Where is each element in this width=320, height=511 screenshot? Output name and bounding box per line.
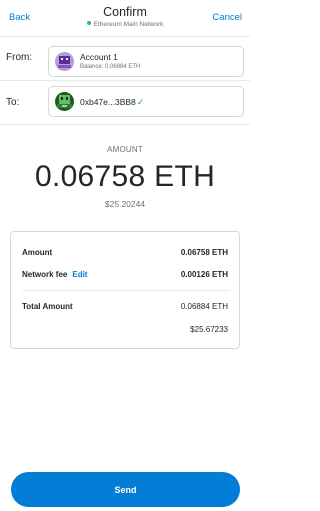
network-fee-label: Network fee	[22, 270, 68, 279]
account-avatar	[55, 52, 74, 71]
send-button[interactable]: Send	[11, 472, 240, 507]
network-name: Ethereum Main Network	[93, 21, 164, 28]
recipient-address-text: 0xb47e...3BB8	[80, 97, 136, 107]
summary-amount-value: 0.06758 ETH	[180, 248, 228, 257]
from-divider	[0, 80, 250, 81]
edit-fee-button[interactable]: Edit	[72, 270, 87, 279]
header-divider	[0, 36, 250, 37]
header: Back Confirm Ethereum Main Network Cance…	[0, 0, 250, 36]
transaction-summary: Amount 0.06758 ETH Network fee Edit 0.001…	[10, 231, 240, 349]
summary-divider	[22, 290, 230, 291]
checkmark-icon: ✓	[136, 97, 145, 107]
amount-value: 0.06758 ETH	[34, 160, 216, 193]
network-fee-row: Network fee Edit	[22, 270, 87, 279]
to-label: To:	[6, 97, 20, 108]
total-amount-value: 0.06884 ETH	[180, 302, 228, 311]
from-account: Account 1 Balance: 0.06884 ETH	[48, 46, 244, 77]
to-divider	[0, 124, 250, 125]
from-label: From:	[6, 52, 33, 63]
to-account: 0xb47e...3BB8✓	[48, 86, 244, 117]
amount-usd: $25.20244	[104, 199, 146, 209]
summary-amount-label: Amount	[22, 248, 53, 257]
total-amount-usd: $25.67233	[190, 325, 228, 334]
recipient-avatar	[55, 92, 74, 111]
total-amount-label: Total Amount	[22, 302, 73, 311]
amount-label: AMOUNT	[107, 145, 143, 154]
account-name: Account 1	[80, 52, 118, 62]
network-fee-value: 0.00126 ETH	[180, 270, 228, 279]
network-status-dot	[86, 21, 91, 25]
recipient-address: 0xb47e...3BB8✓	[80, 97, 144, 108]
cancel-button[interactable]: Cancel	[212, 12, 242, 23]
account-balance: Balance: 0.06884 ETH	[80, 64, 141, 70]
